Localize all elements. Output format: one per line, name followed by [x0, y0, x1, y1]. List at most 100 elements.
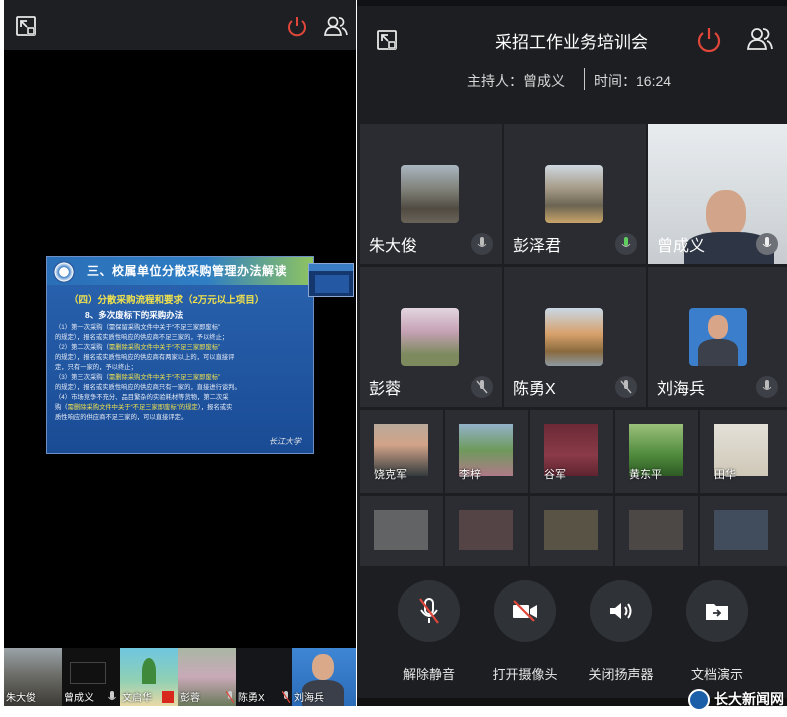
- slide-heading: 8、多次废标下的采购办法: [85, 310, 184, 320]
- strip-name: 陈勇X: [238, 693, 265, 704]
- avatar: [545, 308, 603, 366]
- slide-text: （1）第一次采购（需保留采购文件中关于“不足三家即废标”: [55, 324, 221, 331]
- avatar: [689, 308, 747, 366]
- meeting-time: 时间：16:24: [594, 73, 672, 89]
- strip-participant[interactable]: 曾成义: [62, 648, 120, 706]
- participant-small-tile[interactable]: [445, 496, 528, 566]
- strip-participant[interactable]: 刘海兵: [292, 648, 356, 706]
- participant-name: 谷军: [544, 469, 566, 481]
- mic-muted-icon: [282, 691, 290, 703]
- mic-icon: [756, 376, 778, 398]
- avatar: [401, 308, 459, 366]
- news-watermark: 长大新闻网 news.yangtzeu.edu.cn: [688, 686, 787, 717]
- share-document-button[interactable]: 文档演示: [672, 580, 762, 683]
- participant-tile[interactable]: 彭蓉: [360, 267, 502, 407]
- slide-text: ），报名或实: [197, 404, 233, 411]
- slide-highlight: 需删除采购文件中关于“不足三家即废标”的规定: [67, 404, 198, 411]
- slide-text: （4）市场竞争不充分、品目繁杂的实验耗材等货物，第二次采: [55, 394, 229, 401]
- exit-fullscreen-icon[interactable]: [14, 14, 38, 38]
- participant-small-tile[interactable]: 谷军: [530, 410, 613, 493]
- slide-text: 购（: [55, 404, 68, 411]
- mic-icon: [756, 233, 778, 255]
- participant-video-tile[interactable]: 曾成义: [648, 124, 787, 264]
- participant-small-tile[interactable]: 饶克军: [360, 410, 443, 493]
- news-logo-icon: [688, 689, 710, 711]
- participant-small-tile[interactable]: 黄东平: [615, 410, 698, 493]
- divider: [584, 68, 585, 90]
- speaker-off-label: 关闭扬声器: [588, 667, 654, 682]
- slide-highlight: 需删除采购文件中关于“不足三家即废标”: [108, 374, 221, 381]
- participant-small-tile[interactable]: [700, 496, 787, 566]
- shared-document-slide: 三、校属单位分散采购管理办法解读 （四）分散采购流程和要求（2万元以上项目） 8…: [46, 256, 314, 454]
- participant-name: 饶克军: [374, 469, 407, 481]
- participant-small-tile[interactable]: [615, 496, 698, 566]
- watermark-url: news.yangtzeu.edu.cn: [714, 707, 774, 713]
- slide-text: 质性响应的供应商不足三家的，可以直接评定。: [55, 414, 188, 421]
- slide-signature: 长江大学: [269, 437, 301, 446]
- participant-name: 李梓: [459, 469, 481, 481]
- mic-muted-icon: [471, 376, 493, 398]
- meeting-title: 采招工作业务培训会: [495, 33, 648, 52]
- strip-name: 彭蓉: [180, 693, 200, 704]
- participant-small-tile[interactable]: [530, 496, 613, 566]
- slide-highlight: 需删除采购文件中关于“不足三家即废标”: [108, 344, 221, 351]
- avatar: [544, 510, 598, 550]
- left-top-bar: [4, 0, 356, 50]
- slide-text: （3）第三次采购（: [55, 374, 109, 381]
- participant-name: 彭泽君: [513, 238, 562, 255]
- participant-small-tile[interactable]: 李梓: [445, 410, 528, 493]
- participant-name: 刘海兵: [657, 381, 706, 398]
- picture-in-picture-preview[interactable]: [308, 263, 354, 297]
- strip-name: 曾成义: [64, 693, 94, 704]
- university-logo: [53, 261, 75, 283]
- slide-text: 的规定），报名或实质性响应的供应商有两家以上的，可以直接评: [55, 354, 235, 361]
- strip-participant[interactable]: 彭蓉: [178, 648, 236, 706]
- camera-off-icon: [494, 580, 556, 642]
- slide-text: 的规定），报名或实质性响应的供应商不足三家的，予以终止；: [55, 334, 229, 341]
- avatar: [545, 165, 603, 223]
- unmute-button[interactable]: 解除静音: [384, 580, 474, 683]
- mic-icon: [615, 233, 637, 255]
- strip-participant[interactable]: 陈勇X: [236, 648, 294, 706]
- participant-small-tile[interactable]: [360, 496, 443, 566]
- participant-small-tile[interactable]: 田华: [700, 410, 787, 493]
- speaker-icon: [590, 580, 652, 642]
- unmute-label: 解除静音: [402, 667, 455, 682]
- start-camera-label: 打开摄像头: [492, 667, 558, 682]
- slide-text: （2）第二次采购（: [55, 344, 109, 351]
- strip-participant[interactable]: 朱大俊: [4, 648, 62, 706]
- participant-tile[interactable]: 刘海兵: [648, 267, 787, 407]
- participant-name: 田华: [714, 469, 736, 481]
- slide-text: 的规定），报名或实质性响应的供应商只有一家的，直接进行谈判。: [55, 384, 241, 391]
- slide-subtitle: （四）分散采购流程和要求（2万元以上项目）: [69, 295, 265, 306]
- participant-name: 曾成义: [657, 238, 706, 255]
- participants-icon[interactable]: [322, 13, 350, 39]
- avatar: [374, 510, 428, 550]
- flag-icon: [162, 691, 174, 703]
- participant-tile[interactable]: 朱大俊: [360, 124, 502, 264]
- participants-icon[interactable]: [745, 26, 775, 52]
- leave-meeting-power-icon[interactable]: [285, 13, 309, 39]
- avatar: [401, 165, 459, 223]
- participant-name: 陈勇X: [513, 381, 556, 398]
- participant-tile[interactable]: 彭泽君: [504, 124, 646, 264]
- participant-strip: 朱大俊 曾成义 文启华 彭蓉 陈勇X 刘海兵: [4, 648, 356, 706]
- slide-text: 定，只有一家的，予以终止；: [55, 364, 137, 371]
- mic-icon: [108, 691, 116, 700]
- participant-tile[interactable]: 陈勇X: [504, 267, 646, 407]
- strip-name: 朱大俊: [6, 693, 36, 704]
- avatar: [714, 510, 768, 550]
- exit-fullscreen-icon[interactable]: [375, 28, 399, 52]
- leave-meeting-power-icon[interactable]: [696, 25, 722, 53]
- meeting-controls: 解除静音 打开摄像头 关闭扬声器 文档演示: [357, 580, 787, 696]
- mic-muted-icon: [226, 691, 234, 703]
- mic-icon: [471, 233, 493, 255]
- speaker-off-button[interactable]: 关闭扬声器: [576, 580, 666, 683]
- strip-name: 刘海兵: [294, 693, 324, 704]
- strip-name: 文启华: [122, 693, 152, 704]
- participant-name: 黄东平: [629, 469, 662, 481]
- slide-title: 三、校属单位分散采购管理办法解读: [87, 264, 288, 278]
- start-camera-button[interactable]: 打开摄像头: [480, 580, 570, 683]
- avatar: [459, 510, 513, 550]
- strip-participant[interactable]: 文启华: [120, 648, 178, 706]
